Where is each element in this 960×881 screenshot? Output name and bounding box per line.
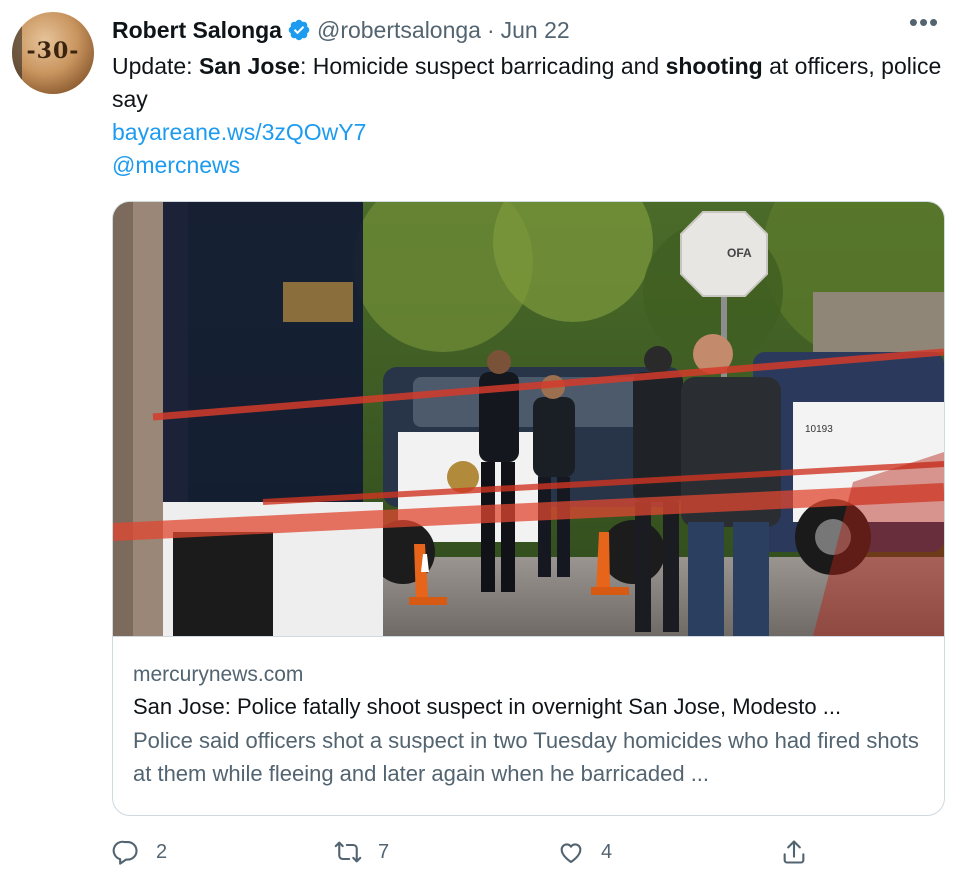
tweet-text-seg1: Update:	[112, 53, 199, 79]
mention-link[interactable]: @mercnews	[112, 149, 942, 182]
card-meta: mercurynews.com San Jose: Police fatally…	[133, 660, 924, 790]
tweet-header: Robert Salonga @robertsalonga · Jun 22	[112, 14, 940, 46]
like-count: 4	[601, 840, 613, 863]
tweet-text-bold-shooting: shooting	[665, 53, 763, 79]
avatar-text: -30-	[26, 38, 80, 64]
card-description: Police said officers shot a suspect in t…	[133, 728, 919, 786]
card-domain: mercurynews.com	[133, 663, 304, 686]
card-title: San Jose: Police fatally shoot suspect i…	[133, 694, 842, 719]
tweet-actions: 2 7 4	[112, 832, 932, 872]
more-options-icon[interactable]: •••	[906, 9, 942, 44]
card-image[interactable]: 10193 OFA	[113, 202, 944, 637]
reply-count: 2	[156, 840, 168, 863]
avatar[interactable]: -30-	[12, 12, 94, 94]
reply-icon	[112, 840, 138, 865]
like-button[interactable]: 4	[557, 832, 612, 872]
stop-sign-text: OFA	[727, 246, 752, 260]
separator-dot: ·	[486, 16, 495, 43]
retweet-count: 7	[378, 840, 390, 863]
tweet-short-link[interactable]: bayareane.ws/3zQOwY7	[112, 116, 942, 149]
share-icon	[783, 840, 805, 864]
link-card[interactable]: 10193 OFA mercurynews.com San Jose: Poli…	[112, 201, 945, 816]
verified-badge-icon	[287, 18, 311, 42]
author-handle[interactable]: @robertsalonga	[317, 17, 481, 44]
retweet-button[interactable]: 7	[334, 832, 389, 872]
retweet-icon	[334, 841, 362, 863]
heart-icon	[560, 843, 582, 863]
tweet-text-seg3: : Homicide suspect barricading and	[299, 53, 666, 79]
share-button[interactable]	[780, 832, 824, 872]
tweet-date[interactable]: Jun 22	[501, 17, 570, 44]
author-name[interactable]: Robert Salonga	[112, 17, 282, 44]
police-scene-photo: 10193 OFA	[113, 202, 944, 636]
truck-number: 10193	[805, 424, 833, 435]
reply-button[interactable]: 2	[112, 832, 167, 872]
tweet-text: Update: San Jose: Homicide suspect barri…	[112, 50, 942, 182]
tweet-text-bold-sanjose: San Jose	[198, 53, 300, 79]
